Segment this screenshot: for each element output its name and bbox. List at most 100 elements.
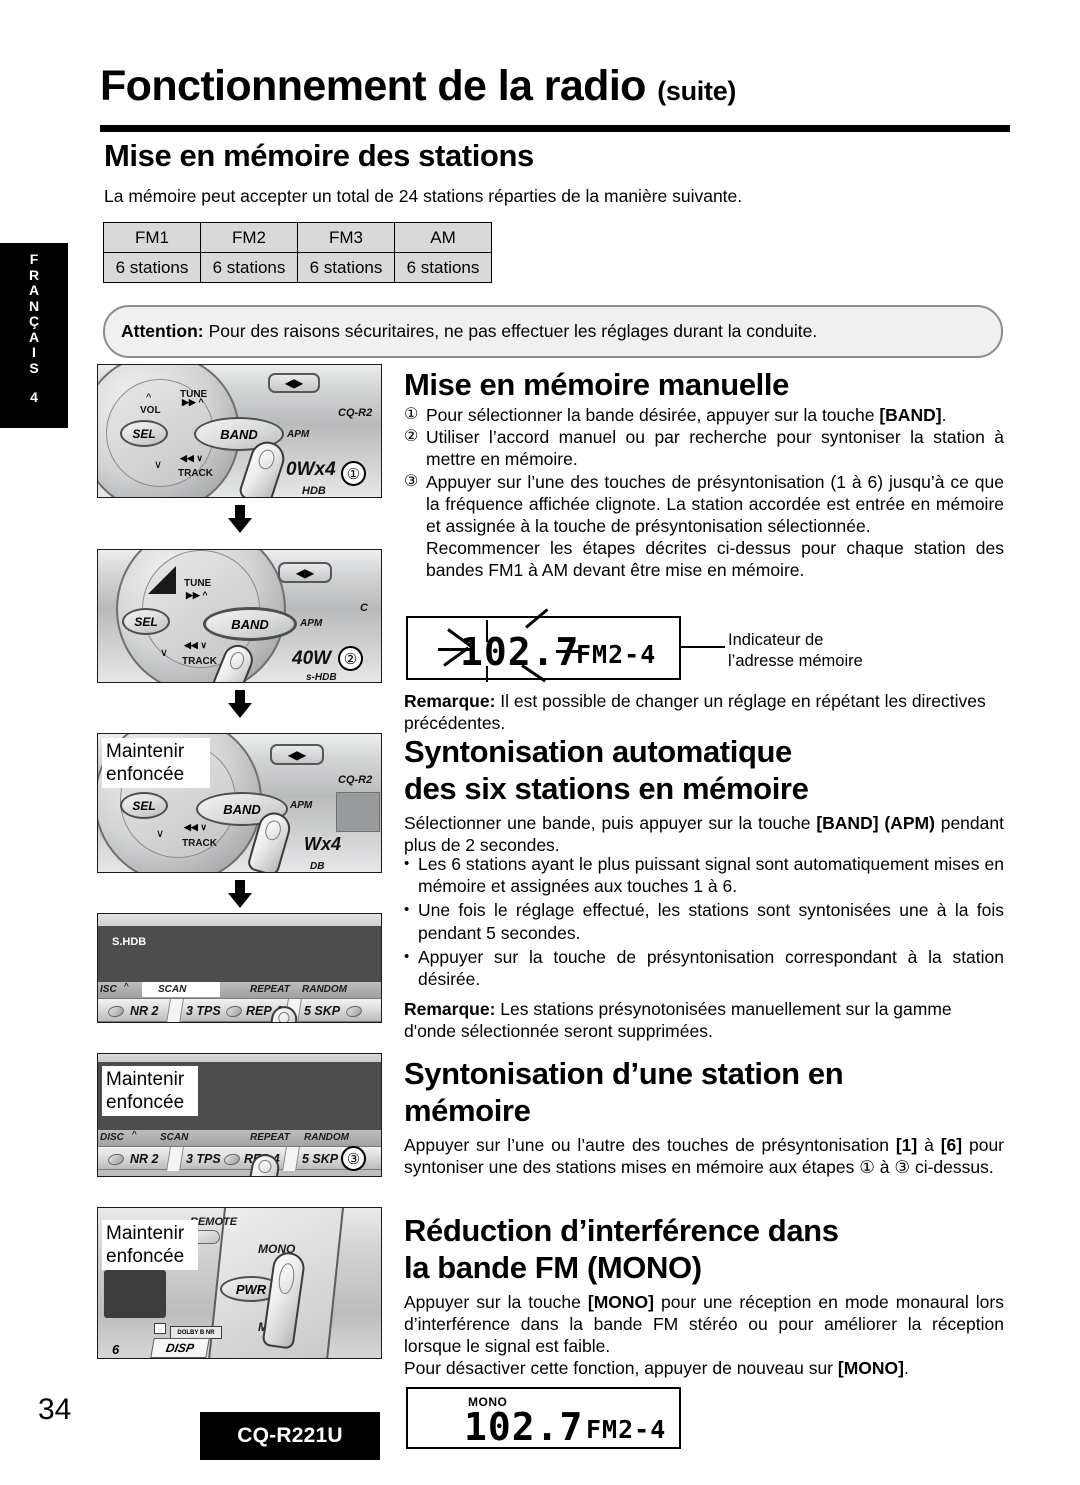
lcd-band-address: FM2-4 bbox=[576, 640, 657, 669]
heading-mono-line1: Réduction d’interférence dans bbox=[404, 1213, 839, 1248]
page-title-main: Fonctionnement de la radio bbox=[100, 62, 646, 110]
label-random: RANDOM bbox=[304, 1132, 349, 1143]
step-3-text-body: Appuyer sur l’une des touches de présynt… bbox=[426, 471, 1004, 537]
label-scan: SCAN bbox=[158, 984, 187, 995]
label-apm: APM bbox=[290, 800, 313, 811]
label-tune: TUNE bbox=[184, 578, 212, 589]
step-1-bold: [BAND] bbox=[879, 405, 942, 425]
label-model: C bbox=[360, 602, 368, 614]
illustration-panel-6: REMOTE MONO PWR MODE DOLBY B NR 6 DISP M… bbox=[97, 1207, 382, 1359]
label-repeat: REPEAT bbox=[250, 984, 290, 995]
callout-leader-line bbox=[681, 646, 725, 648]
rewind-icon: ◀◀ ∨ bbox=[184, 822, 207, 832]
preset-3-label: 3 TPS bbox=[186, 1004, 221, 1018]
step-marker-2: ② bbox=[338, 646, 363, 671]
dolby-icon bbox=[154, 1323, 166, 1334]
label-repeat: REPEAT bbox=[250, 1132, 290, 1143]
lang-letter: Ç bbox=[28, 313, 40, 329]
label-power: 0Wx4 bbox=[286, 459, 336, 480]
band-button-label: BAND bbox=[231, 616, 269, 632]
band-button[interactable]: BAND bbox=[203, 607, 297, 641]
lcd-caption-line-1: Indicateur de bbox=[728, 631, 824, 649]
auto-intro-bold-band: [BAND] bbox=[816, 813, 879, 833]
label-disc: ISC bbox=[100, 984, 117, 995]
seek-key[interactable]: ◀▶ bbox=[278, 562, 332, 583]
preset-2-label: NR 2 bbox=[130, 1152, 159, 1166]
disp-button[interactable]: DISP bbox=[150, 1338, 210, 1358]
preset-knob-icon bbox=[225, 1004, 243, 1019]
preset-button-strip[interactable]: NR 2 3 TPS REP 4 5 SKP bbox=[98, 1146, 381, 1171]
preset-knob-icon bbox=[223, 1152, 241, 1167]
label-apm: APM bbox=[300, 618, 323, 629]
mono-para1-pre: Appuyer sur la touche bbox=[404, 1292, 588, 1312]
page-title: Fonctionnement de la radio (suite) bbox=[100, 62, 1010, 111]
fast-forward-icon: ▶▶ ^ bbox=[186, 590, 208, 600]
chevron-up-icon: ^ bbox=[124, 982, 129, 993]
table-header-cell: FM3 bbox=[297, 222, 395, 253]
label-model: CQ-R2 bbox=[338, 407, 373, 419]
step-1-marker: ① bbox=[404, 406, 419, 423]
heading-manual-memory: Mise en mémoire manuelle bbox=[404, 367, 789, 402]
preset-button-strip[interactable]: NR 2 3 TPS REP 4 5 SKP bbox=[98, 998, 381, 1022]
step-3: ③ Appuyer sur l’une des touches de présy… bbox=[404, 471, 1004, 582]
callout-line-2: enfoncée bbox=[106, 764, 185, 785]
label-random: RANDOM bbox=[302, 984, 347, 995]
sel-button-label: SEL bbox=[132, 798, 156, 813]
manual-memory-steps: ① Pour sélectionner la bande désirée, ap… bbox=[404, 404, 1004, 582]
recall-text-6: à bbox=[874, 1157, 895, 1178]
label-apm: APM bbox=[287, 429, 310, 440]
illustration-panel-4: S.HDB ISC ^ SCAN REPEAT RANDOM NR 2 3 TP… bbox=[97, 913, 382, 1023]
band-button-label: BAND bbox=[223, 801, 261, 817]
illustration-panel-5: DISC ^ SCAN REPEAT RANDOM NR 2 3 TPS REP… bbox=[97, 1053, 382, 1177]
page-title-suffix: (suite) bbox=[657, 76, 737, 106]
step-3-extra-text: Recommencer les étapes décrites ci-dessu… bbox=[426, 538, 1004, 581]
mono-para1-bold: [MONO] bbox=[587, 1292, 654, 1312]
chevron-down-icon: ∨ bbox=[156, 828, 165, 840]
table-header-cell: FM1 bbox=[103, 222, 201, 253]
label-power: Wx4 bbox=[304, 834, 342, 854]
illustration-panel-2: TUNE ▶▶ ^ ◀◀ ∨ ∨ TRACK SEL BAND APM ◀▶ C… bbox=[97, 549, 382, 683]
label-scan: SCAN bbox=[160, 1132, 189, 1143]
table-cell: 6 stations bbox=[394, 252, 492, 283]
step-2-marker: ② bbox=[404, 428, 419, 446]
heading-mono-line2: la bande FM (MONO) bbox=[404, 1250, 702, 1285]
lcd-frequency: 102.7 bbox=[464, 1405, 584, 1449]
lang-letter: F bbox=[29, 251, 39, 267]
bullet-text: Une fois le réglage effectué, les statio… bbox=[418, 900, 1004, 943]
mono-para2-pre: Pour désactiver cette fonction, appuyer … bbox=[404, 1358, 838, 1378]
attention-notice: Attention: Pour des raisons sécuritaires… bbox=[103, 305, 1003, 358]
lang-letter: A bbox=[28, 282, 40, 298]
pwr-button-label: PWR bbox=[235, 1281, 267, 1297]
table-header-cell: FM2 bbox=[200, 222, 298, 253]
chapter-number: 4 bbox=[30, 389, 38, 405]
label-power: 40W bbox=[292, 648, 332, 669]
mono-para2-bold: [MONO] bbox=[837, 1358, 904, 1378]
callout-line-2: enfoncée bbox=[106, 1092, 185, 1113]
table-cell: 6 stations bbox=[200, 252, 298, 283]
table-header-row: FM1 FM2 FM3 AM bbox=[103, 222, 492, 253]
sel-button[interactable]: SEL bbox=[122, 608, 170, 635]
seek-key[interactable]: ◀▶ bbox=[268, 373, 320, 393]
step-3-marker: ③ bbox=[404, 472, 419, 490]
fast-forward-icon: ▶▶ ^ bbox=[182, 397, 204, 407]
recall-text-2: à bbox=[917, 1135, 941, 1155]
sel-button[interactable]: SEL bbox=[120, 420, 168, 447]
page-number: 34 bbox=[38, 1393, 72, 1426]
bullet-text: Les 6 stations ayant le plus puissant si… bbox=[418, 854, 1004, 897]
lang-letter: N bbox=[28, 297, 40, 314]
step-3-text: Appuyer sur l’une des touches de présynt… bbox=[426, 471, 1004, 582]
recall-station-text: Appuyer sur l’une ou l’autre des touches… bbox=[404, 1134, 1004, 1178]
seek-key[interactable]: ◀▶ bbox=[270, 744, 324, 765]
blink-ray-icon bbox=[525, 608, 549, 629]
display-text-shdb: S.HDB bbox=[112, 936, 147, 948]
mono-reduction-para1: Appuyer sur la touche [MONO] pour une ré… bbox=[404, 1291, 1004, 1358]
label-disc: DISC bbox=[100, 1132, 124, 1143]
sel-button[interactable]: SEL bbox=[120, 792, 168, 819]
flow-arrow-icon bbox=[228, 690, 252, 718]
label-hdb: HDB bbox=[302, 485, 326, 497]
callout-hold-down: Maintenir enfoncée bbox=[102, 1220, 198, 1270]
chevron-down-icon: ∨ bbox=[154, 459, 163, 471]
heading-recall-line2: mémoire bbox=[404, 1093, 531, 1128]
sel-button-label: SEL bbox=[134, 614, 158, 629]
chevron-up-icon: ^ bbox=[146, 392, 152, 404]
